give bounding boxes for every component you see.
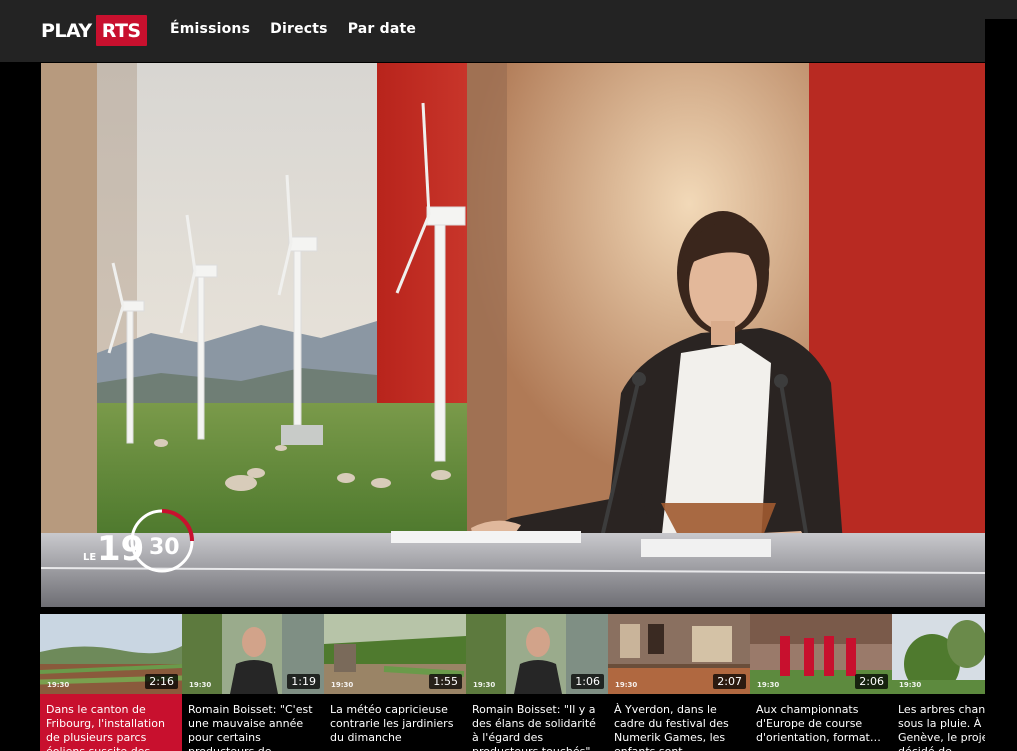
- video-caption: Romain Boisset: "C'est une mauvaise anné…: [188, 703, 313, 751]
- video-duration: 1:19: [287, 674, 320, 689]
- video-thumbnail: 19:30 1:19: [182, 614, 324, 694]
- video-thumbnail: 19:30 1:55: [324, 614, 466, 694]
- video-card[interactable]: 19:30 2:16 Dans le canton de Fribourg, l…: [40, 614, 182, 751]
- thumbnail-badge: 19:30: [473, 681, 496, 689]
- show-logo-suffix: 30: [149, 535, 180, 560]
- related-videos-strip: 19:30 2:16 Dans le canton de Fribourg, l…: [40, 614, 985, 751]
- nav-emissions[interactable]: Émissions: [170, 21, 250, 37]
- video-card[interactable]: 19:30 2:06 Aux championnats d'Europe de …: [750, 614, 892, 751]
- video-thumbnail: 19:30 2:06: [750, 614, 892, 694]
- thumbnail-badge: 19:30: [47, 681, 70, 689]
- right-edge-panel: [985, 19, 1017, 751]
- video-thumbnail: 19:30: [892, 614, 985, 694]
- video-frame: LE 19 30: [41, 63, 985, 607]
- logo-rts-badge: RTS: [95, 15, 147, 46]
- nav-par-date[interactable]: Par date: [348, 21, 416, 37]
- video-caption: La météo capricieuse contrarie les jardi…: [330, 703, 454, 744]
- show-logo-prefix: LE: [83, 552, 96, 563]
- nav-directs[interactable]: Directs: [270, 21, 328, 37]
- video-card[interactable]: 19:30 Les arbres chantent sous la pluie.…: [892, 614, 985, 751]
- video-duration: 2:07: [713, 674, 746, 689]
- video-duration: 2:16: [145, 674, 178, 689]
- video-caption: Aux championnats d'Europe de course d'or…: [756, 703, 881, 744]
- video-card[interactable]: 19:30 1:55 La météo capricieuse contrari…: [324, 614, 466, 751]
- thumbnail-badge: 19:30: [331, 681, 354, 689]
- video-thumbnail: 19:30 2:07: [608, 614, 750, 694]
- video-card[interactable]: 19:30 2:07 À Yverdon, dans le cadre du f…: [608, 614, 750, 751]
- video-caption: Dans le canton de Fribourg, l'installati…: [40, 694, 182, 751]
- show-logo-main: 19: [97, 529, 144, 569]
- thumbnail-badge: 19:30: [899, 681, 922, 689]
- main-nav: Émissions Directs Par date: [170, 21, 436, 37]
- thumbnail-badge: 19:30: [757, 681, 780, 689]
- video-duration: 2:06: [855, 674, 888, 689]
- logo-play-text: PLAY: [41, 19, 92, 42]
- video-caption: Les arbres chantent sous la pluie. À Gen…: [898, 703, 985, 751]
- video-thumbnail: 19:30 1:06: [466, 614, 608, 694]
- video-thumbnail: 19:30 2:16: [40, 614, 182, 694]
- video-player[interactable]: LE 19 30: [41, 63, 985, 607]
- video-card[interactable]: 19:30 1:19 Romain Boisset: "C'est une ma…: [182, 614, 324, 751]
- video-duration: 1:06: [571, 674, 604, 689]
- video-caption: Romain Boisset: "Il y a des élans de sol…: [472, 703, 596, 751]
- top-bar: PLAY RTS Émissions Directs Par date: [0, 0, 1017, 62]
- play-rts-logo[interactable]: PLAY RTS: [41, 15, 147, 46]
- video-card[interactable]: 19:30 1:06 Romain Boisset: "Il y a des é…: [466, 614, 608, 751]
- thumbnail-badge: 19:30: [189, 681, 212, 689]
- video-duration: 1:55: [429, 674, 462, 689]
- video-caption: À Yverdon, dans le cadre du festival des…: [614, 703, 729, 751]
- thumbnail-badge: 19:30: [615, 681, 638, 689]
